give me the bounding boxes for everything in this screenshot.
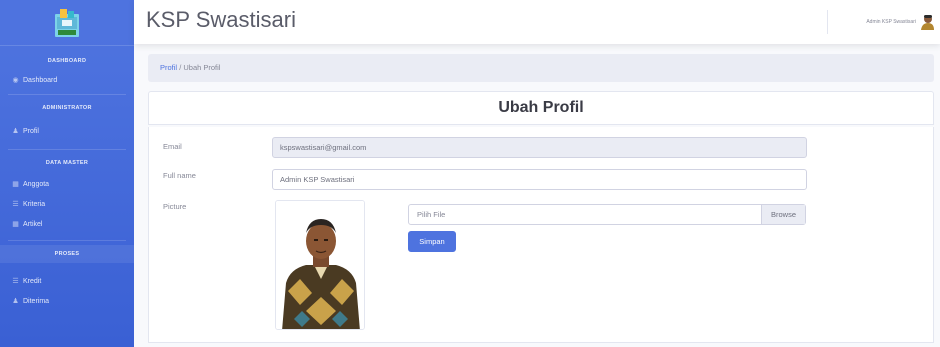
sidebar-item-label: Artikel [23,220,43,228]
user-dropdown[interactable]: Admin KSP Swastisari [866,14,934,30]
sidebar-item-label: Anggota [23,180,50,188]
sidebar-item-label: Dashboard [23,76,58,84]
browse-button[interactable]: Browse [761,205,805,224]
profile-photo-image [276,201,364,329]
page-title: Ubah Profil [498,99,584,116]
brand[interactable] [0,0,134,46]
table-icon: ▦ [12,221,19,228]
app-title: KSP Swastisari [146,7,296,32]
logo-icon [55,8,79,37]
sidebar-item-profil[interactable]: ♟ Profil [0,121,134,141]
sidebar: DASHBOARD ◉ Dashboard ADMINISTRATOR ♟ Pr… [0,0,134,347]
sidebar-item-kriteria[interactable]: ☰ Kriteria [0,194,134,214]
fullname-label: Full name [163,171,196,180]
sidebar-item-diterima[interactable]: ♟ Diterima [0,291,134,311]
sidebar-heading-data-master: DATA MASTER [45,160,89,166]
sidebar-item-label: Diterima [23,297,50,305]
profile-picture [275,200,365,330]
list-icon: ☰ [12,201,19,208]
breadcrumb: Profil / Ubah Profil [148,54,934,82]
sidebar-item-anggota[interactable]: ▦ Anggota [0,174,134,194]
sidebar-item-label: Profil [23,127,39,135]
profile-form: Email kspswastisari@gmail.com Full name … [148,127,934,343]
list-icon: ☰ [12,278,19,285]
sidebar-item-dashboard[interactable]: ◉ Dashboard [0,70,134,90]
avatar-icon [921,15,934,30]
picture-file-input[interactable]: Pilih File Browse [408,204,806,225]
sidebar-item-label: Kriteria [23,200,46,208]
topbar-divider [827,10,828,34]
sidebar-item-artikel[interactable]: ▦ Artikel [0,214,134,234]
email-label: Email [163,142,182,151]
user-icon: ♟ [12,128,19,135]
sidebar-item-kredit[interactable]: ☰ Kredit [0,271,134,291]
email-field: kspswastisari@gmail.com [272,137,807,158]
breadcrumb-link-profil[interactable]: Profil [160,63,177,72]
save-button[interactable]: Simpan [408,231,456,252]
file-input-label: Pilih File [417,210,446,219]
sidebar-item-label: Kredit [23,277,42,285]
breadcrumb-separator: / [179,63,182,72]
user-check-icon: ♟ [12,298,19,305]
card-header: Ubah Profil [148,91,934,125]
picture-label: Picture [163,202,187,211]
fullname-field[interactable]: Admin KSP Swastisari [272,169,807,190]
user-name: Admin KSP Swastisari [866,19,916,25]
topbar: KSP Swastisari Admin KSP Swastisari [134,0,940,44]
breadcrumb-current: Ubah Profil [183,63,221,72]
table-icon: ▦ [12,181,19,188]
sidebar-heading-administrator: ADMINISTRATOR [42,105,92,111]
sidebar-heading-proses: PROSES [0,245,134,263]
sidebar-heading-dashboard: DASHBOARD [47,58,87,64]
tachometer-icon: ◉ [12,77,19,84]
